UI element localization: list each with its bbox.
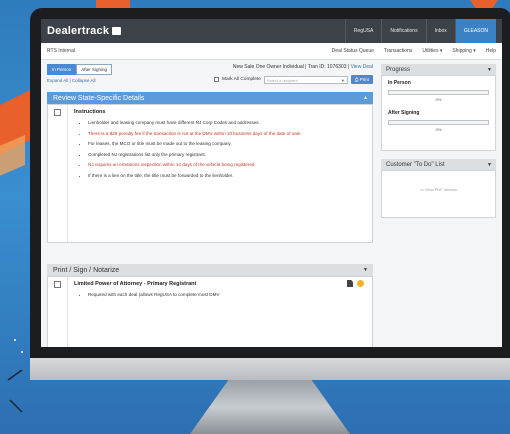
instructions-row: Instructions Lienholder and leasing comp… [48, 105, 372, 242]
print-panel: Limited Power of Attorney - Primary Regi… [47, 276, 373, 347]
menu-help[interactable]: Help [486, 48, 496, 54]
mark-all-row: Mark All Complete Select a recipient ▼ ⎙… [213, 75, 373, 84]
brand-mark-icon [112, 27, 122, 35]
menu-shipping[interactable]: Shipping ▾ [452, 48, 475, 54]
top-nav-links: RegUSA Notifications Inbox GLEASON [344, 19, 496, 43]
sub-navbar: RTS Internal Deal Status Queue Transacti… [41, 43, 502, 60]
instruction-item: Completed NJ registrations list only the… [88, 152, 366, 158]
poa-row: Limited Power of Attorney - Primary Regi… [48, 277, 372, 347]
status-dot-icon [357, 280, 364, 287]
poa-list: Required with each deal (allows RegUSA t… [74, 292, 366, 298]
after-signing-label: After Signing [388, 110, 420, 116]
menu-utilities[interactable]: Utilities ▾ [422, 48, 442, 54]
left-pane: In Person After Signing Expand All | Col… [47, 64, 373, 347]
instructions-body: Instructions Lienholder and leasing comp… [68, 105, 372, 242]
mark-all-label: Mark All Complete [221, 77, 261, 82]
poa-checkbox[interactable] [54, 281, 61, 288]
review-section-title: Review State-Specific Details [53, 94, 145, 102]
decor-line [9, 399, 23, 413]
nav-notifications[interactable]: Notifications [381, 19, 425, 43]
in-person-percent: 0% [435, 97, 442, 102]
toggle-in-person[interactable]: In Person [47, 64, 77, 75]
nav-inbox[interactable]: Inbox [425, 19, 455, 43]
instruction-item: Lienholder and leasing company must have… [88, 120, 366, 126]
in-person-label: In Person [388, 80, 411, 86]
todo-title: Customer "To Do" List [386, 161, 445, 168]
view-pdf-label: View PDF Version [424, 187, 458, 192]
print-button[interactable]: ⎙ Print [350, 75, 373, 84]
instructions-list: Lienholder and leasing company must have… [74, 120, 366, 179]
instruction-item: For leases, the MCO or title must be mad… [88, 141, 366, 147]
poa-actions [347, 280, 364, 287]
view-deal-link[interactable]: View Deal [351, 64, 373, 70]
instructions-title: Instructions [74, 109, 106, 115]
decor-dot [21, 351, 23, 353]
review-panel: Instructions Lienholder and leasing comp… [47, 104, 373, 243]
poa-check-cell [48, 277, 68, 347]
menu-deal-status-queue[interactable]: Deal Status Queue [332, 48, 374, 54]
todo-body: ▭ View PDF Version [381, 170, 496, 218]
progress-header[interactable]: Progress ▼ [381, 64, 496, 75]
collapse-arrow-icon: ▲ [363, 95, 368, 101]
todo-header[interactable]: Customer "To Do" List ▼ [381, 159, 496, 170]
print-section-header[interactable]: Print / Sign / Notarize ▼ [47, 264, 373, 276]
poa-title: Limited Power of Attorney - Primary Regi… [74, 281, 197, 287]
print-section-title: Print / Sign / Notarize [53, 266, 120, 274]
in-person-progress-bar [388, 90, 489, 95]
instruction-item: There is a $25 penalty fee if the transa… [88, 131, 366, 137]
document-icon[interactable] [347, 280, 353, 287]
progress-body: In Person 0% After Signing 0% [381, 75, 496, 151]
app-screen: Dealertrack RegUSA Notifications Inbox G… [41, 19, 502, 347]
brand-name: Dealertrack [47, 25, 110, 37]
decor-line [7, 369, 23, 381]
monitor-bezel: Dealertrack RegUSA Notifications Inbox G… [30, 8, 510, 358]
poa-body: Limited Power of Attorney - Primary Regi… [68, 277, 372, 347]
deal-info-text: New Sale One Owner Individual | Tran ID:… [232, 64, 350, 70]
instructions-check-cell [48, 105, 68, 242]
collapse-arrow-icon: ▼ [487, 161, 492, 168]
brand-logo[interactable]: Dealertrack [47, 25, 122, 37]
monitor-chin [30, 358, 510, 380]
recipient-select[interactable]: Select a recipient ▼ [263, 75, 348, 84]
environment-label: RTS Internal [47, 48, 75, 54]
chevron-down-icon: ▼ [340, 77, 345, 83]
nav-regusa[interactable]: RegUSA [344, 19, 381, 43]
collapse-arrow-icon: ▼ [363, 267, 368, 273]
view-pdf-link[interactable]: ▭ View PDF Version [388, 187, 489, 192]
top-navbar: Dealertrack RegUSA Notifications Inbox G… [41, 19, 502, 43]
main-content: In Person After Signing Expand All | Col… [41, 60, 502, 347]
nav-user-menu[interactable]: GLEASON [454, 19, 496, 43]
print-button-label: Print [359, 77, 369, 82]
poa-list-item: Required with each deal (allows RegUSA t… [88, 292, 366, 298]
after-signing-progress-bar [388, 120, 489, 125]
instructions-checkbox[interactable] [54, 109, 61, 116]
decor-dot [14, 339, 16, 341]
after-signing-percent: 0% [435, 127, 442, 132]
progress-title: Progress [386, 66, 411, 73]
menu-transactions[interactable]: Transactions [384, 48, 412, 54]
review-section-header[interactable]: Review State-Specific Details ▲ [47, 92, 373, 104]
collapse-arrow-icon: ▼ [487, 66, 492, 73]
recipient-select-placeholder: Select a recipient [266, 77, 298, 83]
instruction-item: If there is a lien on the title, the tit… [88, 173, 366, 179]
mark-all-checkbox[interactable] [213, 77, 219, 82]
deal-info: New Sale One Owner Individual | Tran ID:… [233, 64, 373, 70]
instruction-item: NJ requires an emissions inspection with… [88, 162, 366, 168]
toggle-after-signing[interactable]: After Signing [76, 64, 113, 75]
sub-nav-menus: Deal Status Queue Transactions Utilities… [332, 48, 496, 54]
right-pane: Progress ▼ In Person 0% After Signing 0%… [381, 64, 496, 347]
